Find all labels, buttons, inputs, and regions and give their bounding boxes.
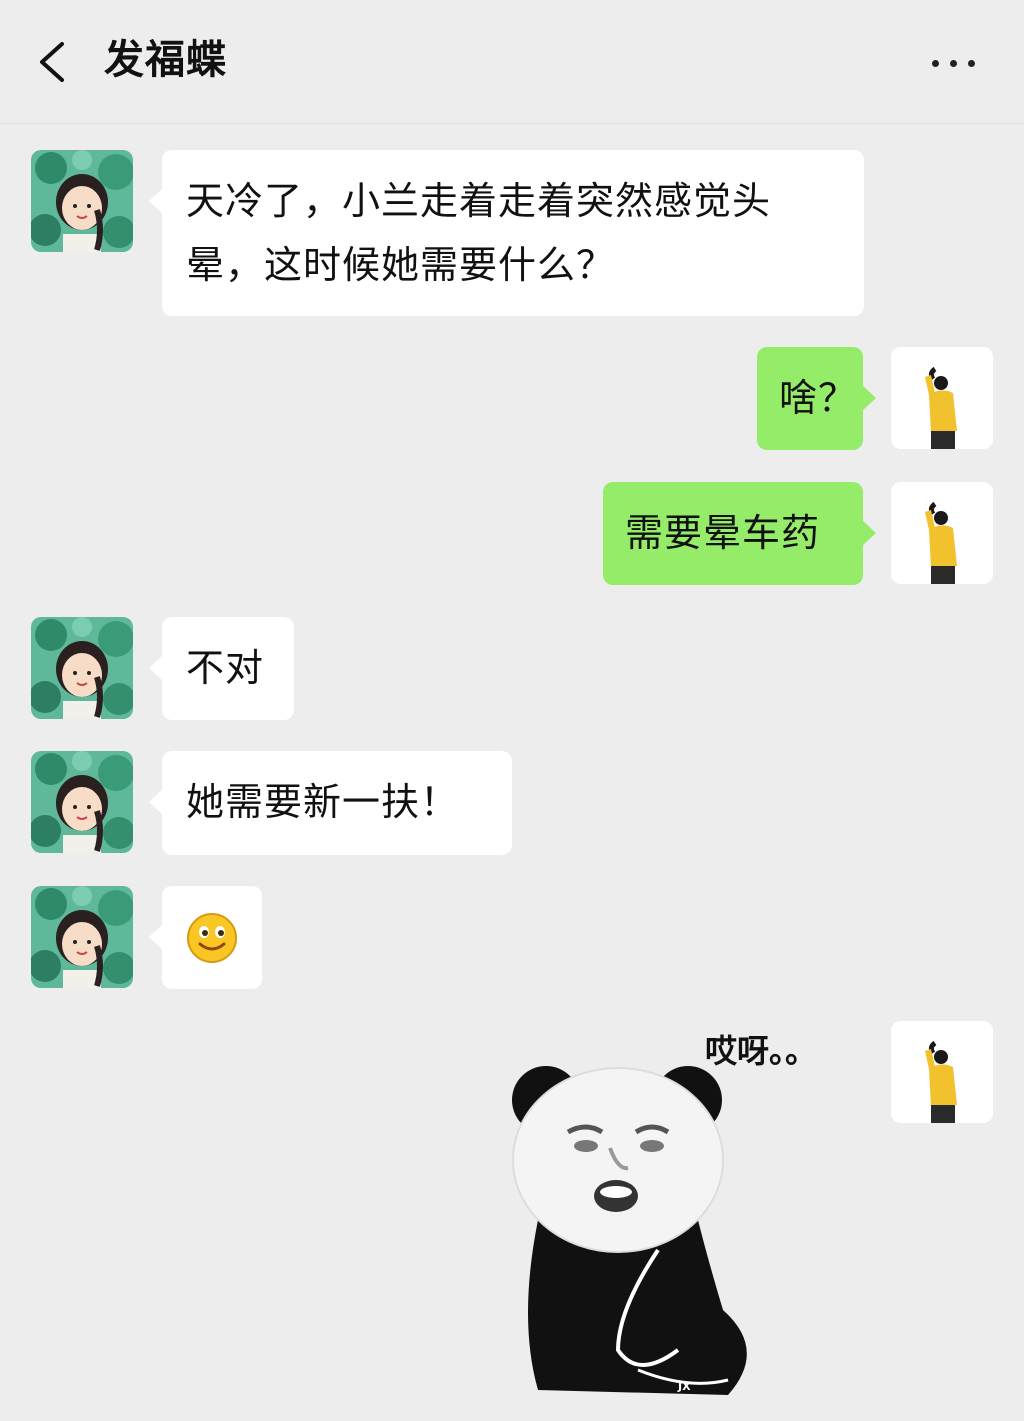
outgoing-message-bubble[interactable]: 啥？ (757, 347, 876, 450)
outgoing-message-bubble[interactable]: 需要晕车药 (603, 482, 876, 585)
message-text: 她需要新一扶！ (186, 780, 460, 824)
incoming-emoji-bubble[interactable] (149, 886, 262, 989)
contact-avatar[interactable] (31, 886, 133, 988)
my-avatar[interactable] (891, 347, 993, 449)
sticker-watermark: JX (678, 1380, 691, 1393)
message-text: 啥？ (779, 376, 858, 420)
contact-avatar[interactable] (31, 751, 133, 853)
incoming-message-bubble[interactable]: 她需要新一扶！ (149, 751, 512, 855)
more-horizontal-icon[interactable] (926, 46, 978, 78)
contact-avatar[interactable] (31, 150, 133, 252)
contact-avatar[interactable] (31, 617, 133, 719)
message-text: 不对 (186, 646, 265, 690)
message-text: 天冷了，小兰走着走着突然感觉头晕，这时候她需要什么？ (186, 179, 772, 287)
panda-meme-sticker[interactable]: JX (498, 1020, 838, 1410)
chat-title: 发福蝶 (104, 37, 227, 83)
my-avatar[interactable] (891, 1021, 993, 1123)
chevron-left-icon[interactable] (34, 40, 70, 84)
incoming-message-bubble[interactable]: 天冷了，小兰走着走着突然感觉头晕，这时候她需要什么？ (149, 150, 864, 316)
my-avatar[interactable] (891, 482, 993, 584)
incoming-message-bubble[interactable]: 不对 (149, 617, 294, 720)
sticker-caption: 哎呀。。 (705, 1032, 818, 1070)
chat-header: 发福蝶 (0, 0, 1024, 124)
smiley-face-icon (187, 913, 237, 963)
message-text: 需要晕车药 (625, 511, 821, 555)
